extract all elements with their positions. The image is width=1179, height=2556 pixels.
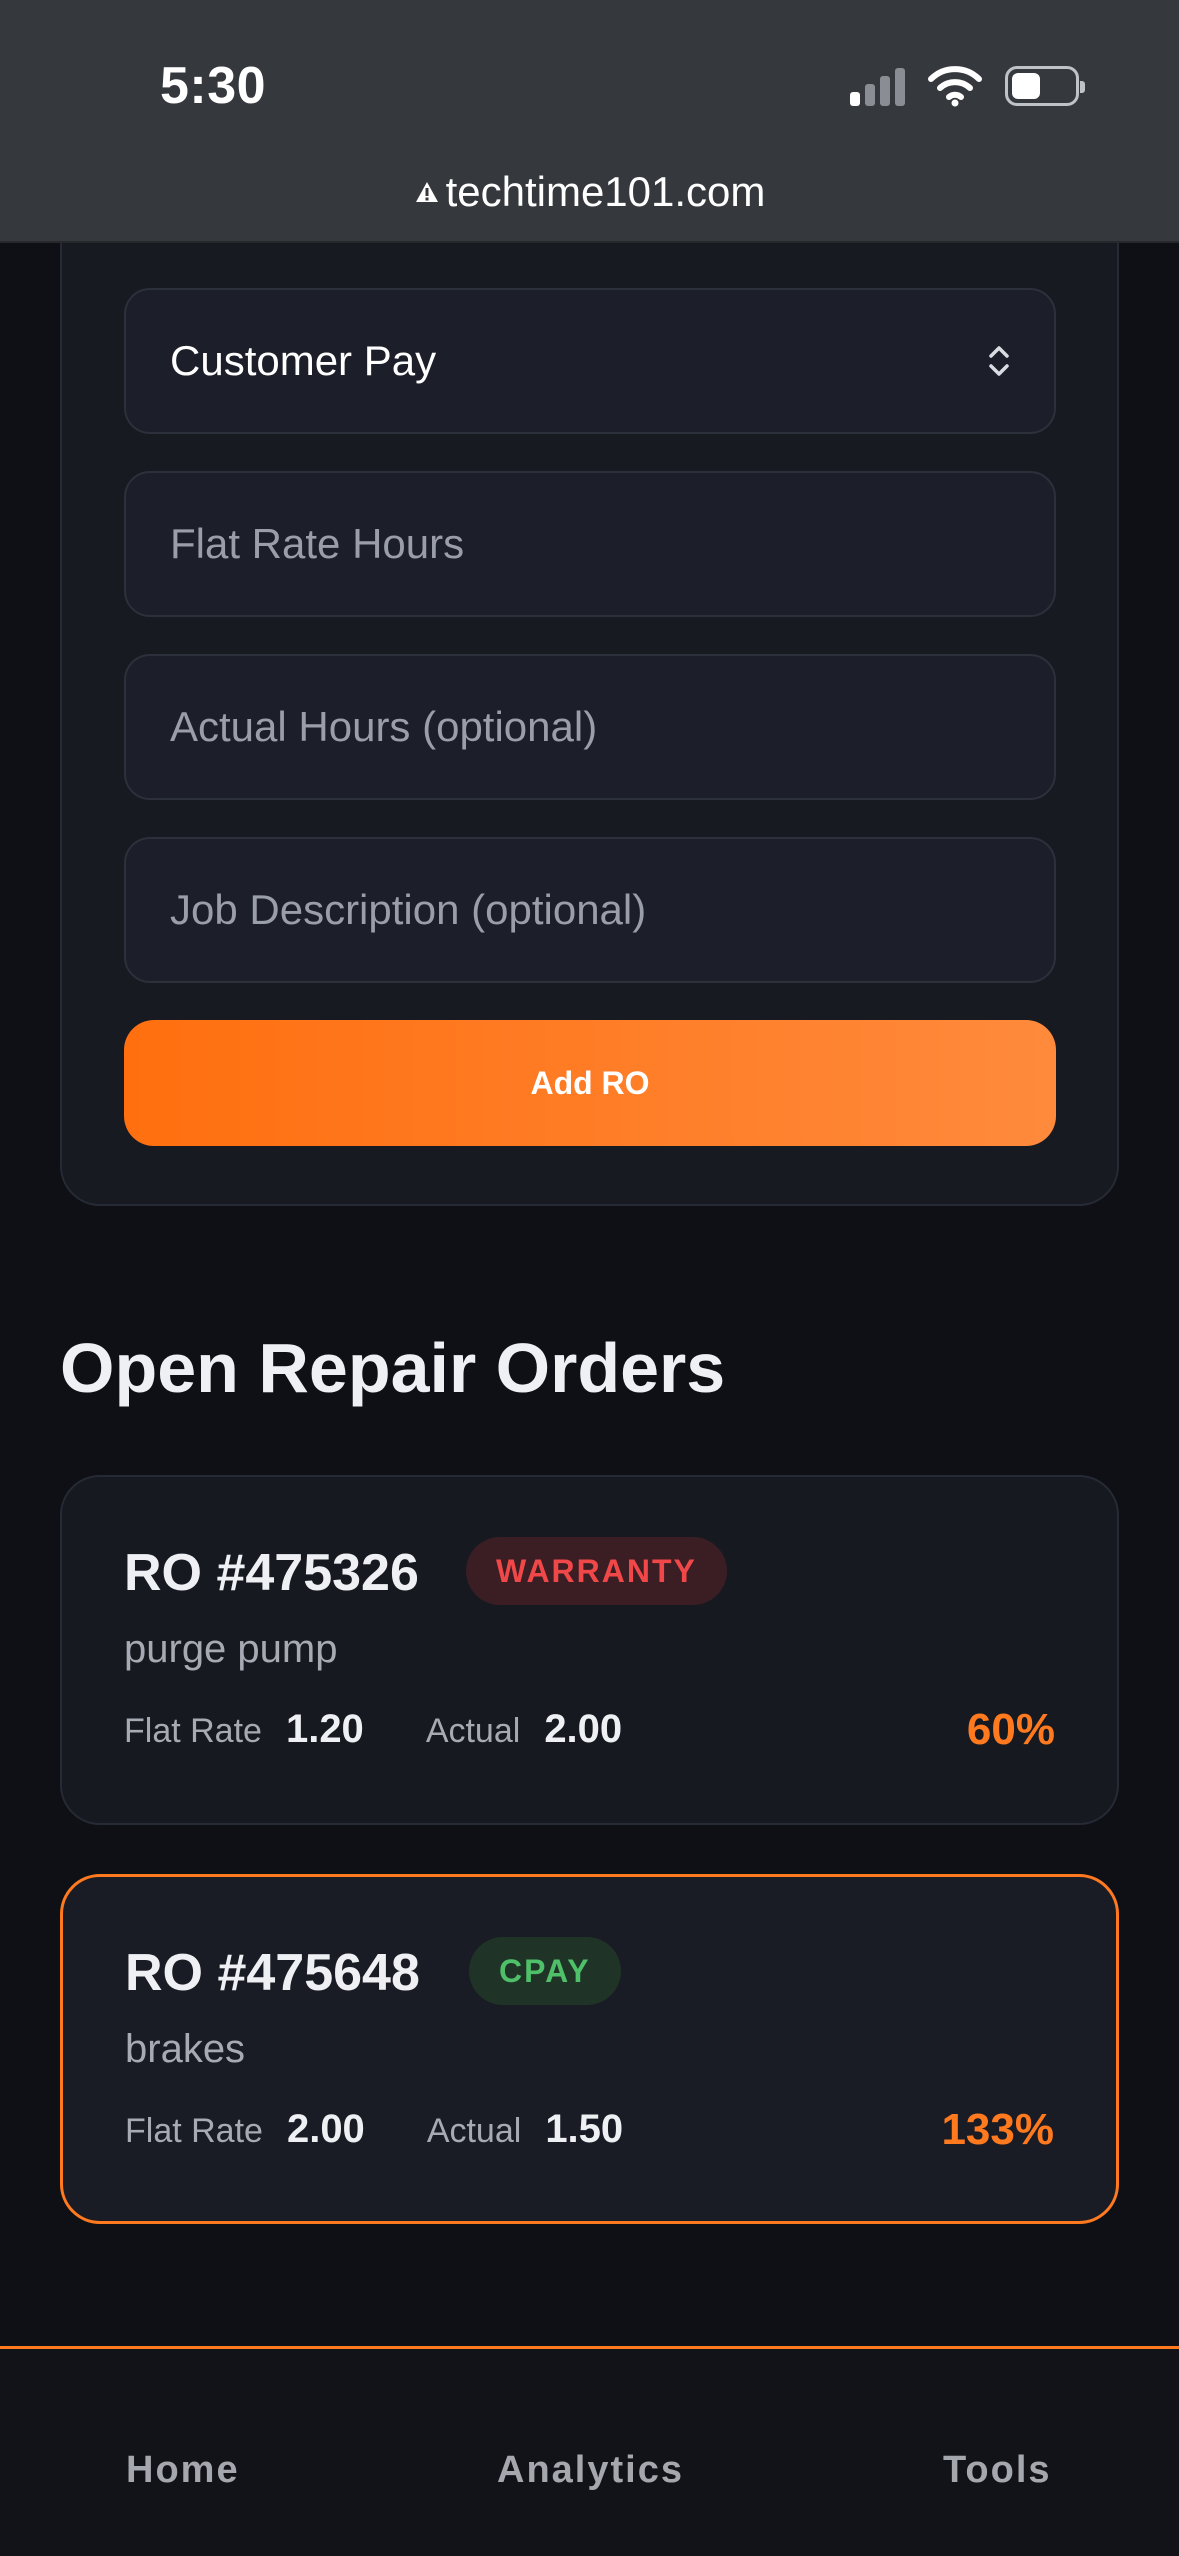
bottom-nav: Home Analytics Tools [0, 2346, 1179, 2556]
flat-rate-hours-placeholder: Flat Rate Hours [170, 520, 465, 567]
battery-icon [1005, 66, 1085, 106]
add-ro-button[interactable]: Add RO [124, 1020, 1056, 1146]
address-bar[interactable]: techtime101.com [0, 168, 1179, 216]
flat-rate-label: Flat Rate [125, 2112, 263, 2150]
wifi-icon [928, 66, 982, 107]
efficiency-percent: 60% [966, 1705, 1055, 1754]
ro-stats: Flat Rate 1.20 Actual 2.00 [124, 1707, 684, 1752]
flat-rate-value: 2.00 [286, 2107, 365, 2151]
nav-analytics[interactable]: Analytics [497, 2449, 684, 2492]
status-time: 5:30 [160, 57, 267, 115]
flat-rate-label: Flat Rate [124, 1712, 262, 1750]
nav-home[interactable]: Home [126, 2449, 240, 2492]
warning-icon [415, 181, 438, 202]
actual-value: 1.50 [545, 2107, 624, 2151]
ro-description: purge pump [124, 1627, 338, 1671]
ro-stats: Flat Rate 2.00 Actual 1.50 [125, 2107, 685, 2152]
status-badge: CPAY [469, 1937, 621, 2005]
page-title: Open Repair Orders [60, 1329, 726, 1407]
cellular-signal-icon [850, 66, 905, 106]
job-description-placeholder: Job Description (optional) [170, 886, 647, 933]
ro-entry-form: Customer Pay Flat Rate Hours Actual Hour… [60, 132, 1119, 1206]
flat-rate-value: 1.20 [285, 1707, 364, 1751]
actual-hours-placeholder: Actual Hours (optional) [170, 703, 598, 750]
actual-label: Actual [425, 1712, 521, 1750]
repair-order-card[interactable]: RO #475326 WARRANTY purge pump Flat Rate… [60, 1475, 1119, 1825]
pay-type-value: Customer Pay [170, 337, 437, 384]
actual-label: Actual [426, 2112, 522, 2150]
status-badge: WARRANTY [466, 1537, 727, 1605]
ro-number: RO #475326 [124, 1544, 419, 1602]
actual-hours-input[interactable]: Actual Hours (optional) [124, 654, 1056, 800]
url-text: techtime101.com [445, 168, 766, 215]
chevron-up-down-icon [989, 346, 1009, 376]
nav-tools[interactable]: Tools [943, 2449, 1052, 2492]
pay-type-select[interactable]: Customer Pay [124, 288, 1056, 434]
flat-rate-hours-input[interactable]: Flat Rate Hours [124, 471, 1056, 617]
repair-order-card[interactable]: RO #475648 CPAY brakes Flat Rate 2.00 Ac… [60, 1874, 1119, 2224]
browser-chrome: 5:30 techtime101.com [0, 0, 1179, 243]
ro-number: RO #475648 [125, 1944, 420, 2002]
actual-value: 2.00 [544, 1707, 623, 1751]
status-icons [850, 64, 1085, 108]
ro-description: brakes [125, 2027, 246, 2071]
job-description-input[interactable]: Job Description (optional) [124, 837, 1056, 983]
efficiency-percent: 133% [941, 2105, 1054, 2154]
